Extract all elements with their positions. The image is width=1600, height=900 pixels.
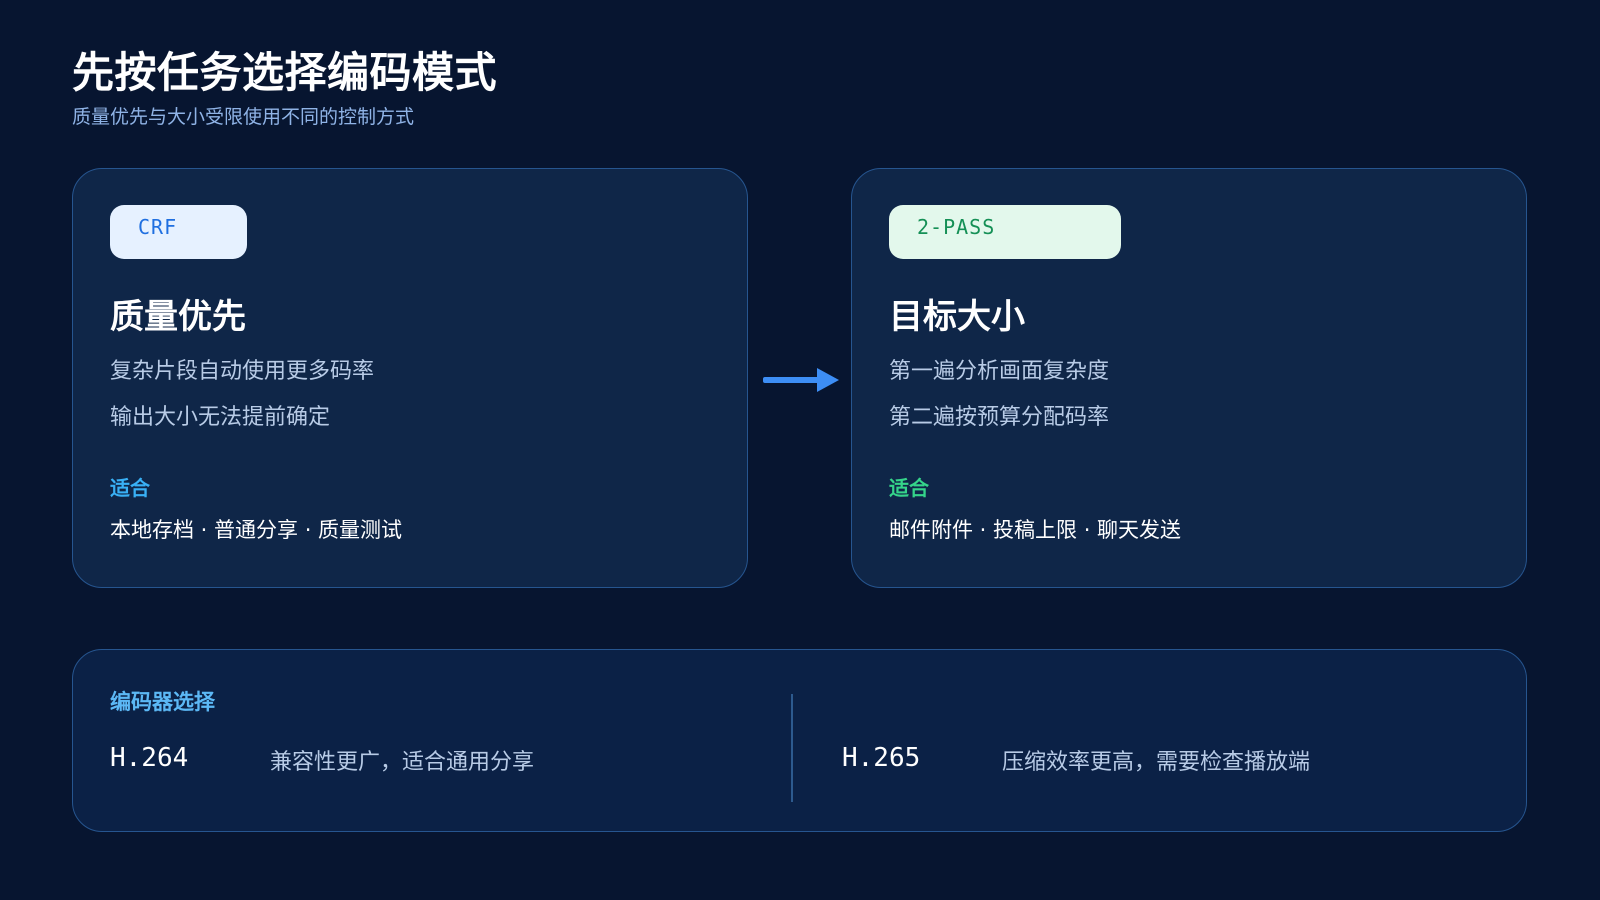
codec-h265-desc: 压缩效率更高，需要检查播放端 xyxy=(1002,750,1311,775)
two-pass-card-line-1: 第一遍分析画面复杂度 xyxy=(889,359,1110,384)
crf-fit-text: 本地存档 · 普通分享 · 质量测试 xyxy=(110,518,403,542)
crf-fit-label: 适合 xyxy=(110,476,150,500)
two-pass-card-title: 目标大小 xyxy=(889,297,1025,337)
page-subtitle: 质量优先与大小受限使用不同的控制方式 xyxy=(72,106,415,128)
page-title: 先按任务选择编码模式 xyxy=(72,48,498,97)
arrow-right-icon xyxy=(763,368,839,392)
crf-card: CRF 质量优先 复杂片段自动使用更多码率 输出大小无法提前确定 适合 本地存档… xyxy=(72,168,748,588)
crf-card-title: 质量优先 xyxy=(110,297,246,337)
crf-card-line-1: 复杂片段自动使用更多码率 xyxy=(110,359,375,384)
two-pass-fit-text: 邮件附件 · 投稿上限 · 聊天发送 xyxy=(889,518,1182,542)
two-pass-card: 2-PASS 目标大小 第一遍分析画面复杂度 第二遍按预算分配码率 适合 邮件附… xyxy=(851,168,1527,588)
encoder-panel: 编码器选择 H.264 兼容性更广，适合通用分享 H.265 压缩效率更高，需要… xyxy=(72,649,1527,832)
codec-divider xyxy=(791,694,793,802)
two-pass-fit-label: 适合 xyxy=(889,476,929,500)
two-pass-badge: 2-PASS xyxy=(889,205,1121,259)
codec-h265-name: H.265 xyxy=(842,743,921,773)
crf-badge: CRF xyxy=(110,205,247,259)
codec-h264-desc: 兼容性更广，适合通用分享 xyxy=(270,750,535,775)
crf-card-line-2: 输出大小无法提前确定 xyxy=(110,405,331,430)
codec-h264-name: H.264 xyxy=(110,743,189,773)
two-pass-card-line-2: 第二遍按预算分配码率 xyxy=(889,405,1110,430)
encoder-panel-title: 编码器选择 xyxy=(110,690,215,714)
